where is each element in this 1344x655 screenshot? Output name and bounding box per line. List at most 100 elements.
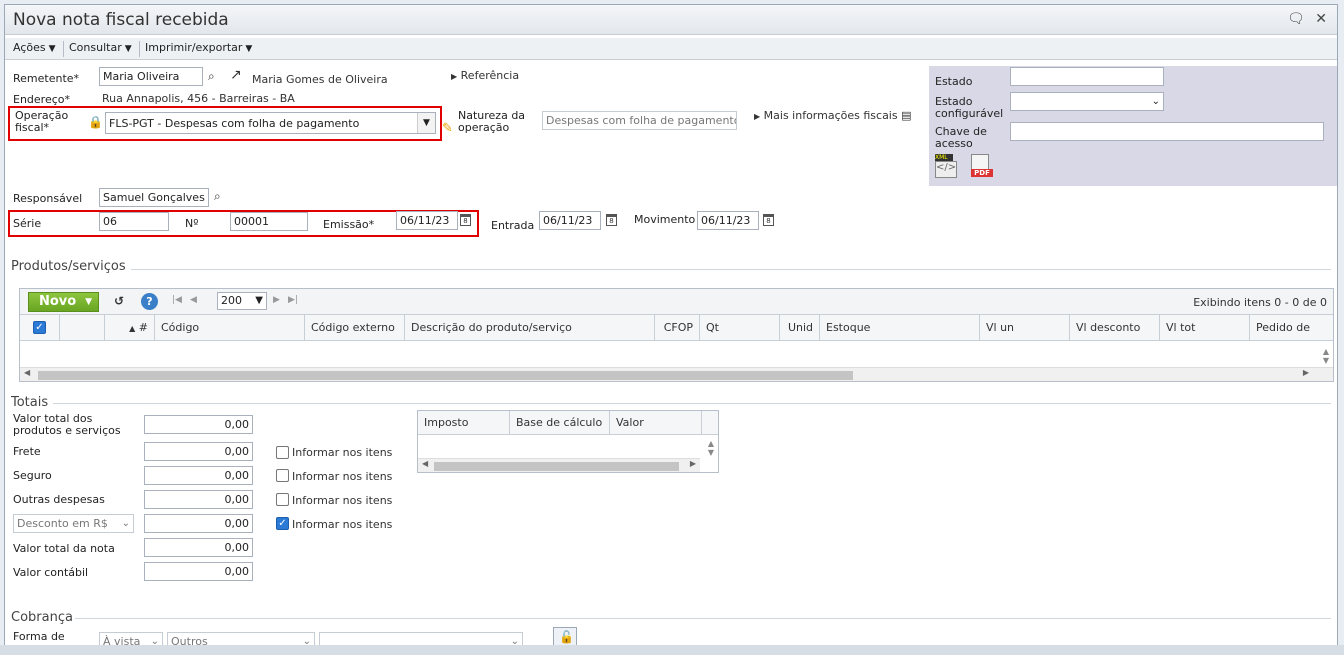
grid-toolbar: Novo ▼ ↺ ? |◀ ◀ 200 ▼ ▶ ▶| Exibindo itens … [20,289,1333,315]
valor-total-produtos-label: Valor total dos produtos e serviços [13,412,121,437]
impostos-header: Imposto Base de cálculo Valor [418,411,718,435]
menu-imprimir-exportar[interactable]: Imprimir/exportar ▼ [141,41,256,57]
col-codigo[interactable]: Código [155,315,305,341]
serie-input[interactable]: 06 [99,212,169,231]
estado-input[interactable] [1010,67,1164,86]
col-base-calculo[interactable]: Base de cálculo [510,411,610,435]
calendar-icon[interactable]: 8 [606,214,617,226]
operacao-fiscal-select[interactable]: FLS-PGT - Despesas com folha de pagament… [105,112,436,134]
outras-informar-checkbox[interactable] [276,493,289,506]
menu-consultar[interactable]: Consultar ▼ [65,41,136,57]
produtos-section-title: Produtos/serviços [11,259,126,274]
totais-section-title: Totais [11,395,49,410]
desconto-type-select[interactable]: Desconto em R$ ⌄ [13,514,134,533]
col-vl-tot[interactable]: Vl tot [1160,315,1250,341]
scroll-left-icon[interactable]: ◀ [422,459,428,468]
col-unid[interactable]: Unid [780,315,820,341]
entrada-input[interactable]: 06/11/23 [539,211,601,230]
mais-informacoes-link[interactable]: ▶ Mais informações fiscais ▤ [754,109,912,122]
frete-informar-checkbox[interactable] [276,446,289,459]
impostos-hscrollbar[interactable]: ◀ ▶ [418,458,700,472]
external-link-icon[interactable]: ↗ [230,67,242,83]
natureza-label: Natureza da operação [458,109,526,134]
prev-page-icon[interactable]: ◀ [190,295,197,305]
xml-icon[interactable]: XML </> [935,154,959,180]
valor-contabil-label: Valor contábil [13,566,89,579]
seguro-informar-checkbox[interactable] [276,469,289,482]
desconto-informar-checkbox[interactable]: ✓ [276,517,289,530]
search-icon[interactable]: ⌕ [208,69,215,84]
scroll-updown-icon[interactable]: ▲ ▼ [1323,347,1329,365]
caret-down-icon: ▼ [245,44,253,54]
pdf-icon[interactable]: PDF [971,154,995,180]
chave-acesso-label: Chave de acesso [935,125,987,150]
remetente-label: Remetente* [13,72,80,85]
remetente-input[interactable]: Maria Oliveira [99,67,203,86]
seguro-label: Seguro [13,469,52,482]
novo-button[interactable]: Novo ▼ [28,292,99,312]
first-page-icon[interactable]: |◀ [172,295,182,305]
chave-acesso-input[interactable] [1010,122,1324,141]
status-strip [0,645,1344,655]
responsavel-input[interactable]: Samuel Gonçalves [99,188,209,207]
movimento-label: Movimento [634,213,696,226]
caret-down-icon: ▼ [48,44,56,54]
caret-down-icon: ▼ [85,297,92,307]
col-vl-desconto[interactable]: Vl desconto [1070,315,1160,341]
last-page-icon[interactable]: ▶| [288,295,298,305]
sort-asc-icon: ▲ [129,324,136,333]
valor-total-produtos-input[interactable]: 0,00 [144,415,253,434]
natureza-input[interactable]: Despesas com folha de pagamento [542,111,737,130]
scroll-right-icon[interactable]: ▶ [690,459,696,468]
triangle-right-icon: ▶ [754,112,761,121]
calendar-icon[interactable]: 8 [763,214,774,226]
frete-informar-label: Informar nos itens [292,446,393,459]
estado-configuravel-select[interactable]: ⌄ [1010,92,1164,111]
pencil-icon[interactable]: ✎ [442,121,453,136]
col-imposto[interactable]: Imposto [418,411,510,435]
estado-label: Estado [935,75,973,88]
help-icon[interactable]: ? [141,293,158,310]
numero-input[interactable]: 00001 [230,212,308,231]
col-qt[interactable]: Qt [700,315,780,341]
impostos-grid: Imposto Base de cálculo Valor ◀ ▶ ▲ ▼ [417,410,719,473]
endereco-value: Rua Annapolis, 456 - Barreiras - BA [102,92,295,105]
next-page-icon[interactable]: ▶ [273,295,280,305]
valor-total-nota-input[interactable]: 0,00 [144,538,253,557]
emissao-input[interactable]: 06/11/23 [396,211,458,230]
col-index[interactable]: ▲ # [105,315,155,341]
search-icon[interactable]: ⌕ [214,189,221,204]
scroll-right-icon[interactable]: ▶ [1303,368,1309,377]
scroll-updown-icon[interactable]: ▲ ▼ [708,439,714,457]
items-count: Exibindo itens 0 - 0 de 0 [1193,296,1327,309]
seguro-input[interactable]: 0,00 [144,466,253,485]
col-descricao[interactable]: Descrição do produto/serviço [405,315,655,341]
calendar-icon[interactable]: 8 [460,214,471,226]
col-pedido[interactable]: Pedido de [1250,315,1335,341]
menu-acoes[interactable]: Ações ▼ [9,41,60,57]
col-cfop[interactable]: CFOP [655,315,700,341]
valor-contabil-input[interactable]: 0,00 [144,562,253,581]
close-icon[interactable]: ✕ [1315,11,1327,27]
refresh-icon[interactable]: ↺ [114,294,124,308]
chevron-down-icon: ⌄ [1151,96,1160,107]
endereco-label: Endereço* [13,93,70,106]
col-vl-un[interactable]: Vl un [980,315,1070,341]
movimento-input[interactable]: 06/11/23 [697,211,759,230]
horizontal-scrollbar[interactable]: ◀ ▶ [20,367,1333,381]
select-all-checkbox[interactable]: ✓ [33,321,46,334]
comment-icon[interactable]: 🗨 [1287,11,1305,27]
outras-despesas-input[interactable]: 0,00 [144,490,253,509]
col-codigo-externo[interactable]: Código externo [305,315,405,341]
col-estoque[interactable]: Estoque [820,315,980,341]
lock-icon: 🔒 [88,115,103,129]
remetente-full-name: Maria Gomes de Oliveira [252,73,388,86]
frete-input[interactable]: 0,00 [144,442,253,461]
col-valor[interactable]: Valor [610,411,702,435]
serie-label: Série [13,217,42,230]
desconto-input[interactable]: 0,00 [144,514,253,533]
page-size-select[interactable]: 200 ▼ [217,292,267,310]
referencia-link[interactable]: ▶ Referência [451,69,519,82]
scroll-left-icon[interactable]: ◀ [24,368,30,377]
valor-total-nota-label: Valor total da nota [13,542,115,555]
